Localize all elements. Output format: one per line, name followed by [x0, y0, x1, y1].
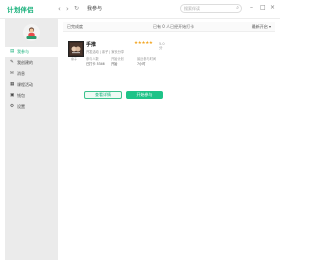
rating-score: 5.0分: [159, 42, 165, 50]
start-join-button[interactable]: 开始参与: [126, 91, 163, 99]
progress-filter[interactable]: 已完成度: [67, 24, 83, 30]
plan-meta: 开发活动 | 亲子 | 家长分享: [86, 50, 125, 54]
sidebar-item-label: 我参与: [17, 49, 29, 54]
hands-icon: [70, 43, 82, 55]
forward-button[interactable]: ›: [66, 4, 69, 14]
message-icon: ✉: [10, 71, 14, 76]
view-details-button[interactable]: 查看详情: [84, 91, 122, 99]
minimize-button[interactable]: –: [250, 3, 253, 13]
sidebar-item-created[interactable]: ✎ 我创建的: [5, 58, 58, 68]
sidebar-item-label: 课程活动: [17, 82, 33, 87]
sidebar-item-messages[interactable]: ✉ 消息: [5, 69, 58, 79]
page-title: 我参与: [87, 6, 103, 12]
plan-cover-image[interactable]: [68, 41, 84, 57]
sidebar-item-courses[interactable]: ▦ 课程活动: [5, 80, 58, 90]
maximize-button[interactable]: □: [260, 3, 266, 13]
close-button[interactable]: ×: [270, 3, 275, 13]
sidebar-item-label: 设置: [17, 104, 25, 109]
sidebar-item-label: 钱包: [17, 93, 25, 98]
sidebar-item-label: 我创建的: [17, 60, 33, 65]
wallet-icon: ▣: [10, 93, 15, 98]
sidebar-item-label: 消息: [17, 71, 25, 76]
sidebar: ▤ 我参与 ✎ 我创建的 ✉ 消息 ▦ 课程活动 ▣ 钱包 ⚙ 设置: [5, 18, 58, 260]
app-logo: 计划伴侣: [7, 6, 34, 14]
plan-card[interactable]: 手推 ★★★★★ 5.0分 开发活动 | 亲子 | 家长分享 亲子 参与人数 已…: [67, 39, 167, 81]
sort-dropdown[interactable]: 最新开启 ▾: [252, 24, 271, 30]
gear-icon: ⚙: [10, 104, 15, 109]
main-content: 已完成度 已有 0 人已经开始打卡 最新开启 ▾ 手推 ★★★★★ 5.0分 开…: [63, 18, 275, 260]
search-input[interactable]: 搜索伴读 ⌕: [180, 4, 242, 13]
field-value-participants: 已打卡 5346: [86, 62, 105, 66]
refresh-icon[interactable]: ↻: [74, 4, 79, 14]
plan-tag: 亲子: [70, 57, 77, 61]
plan-name[interactable]: 手推: [86, 41, 96, 48]
list-toolbar: 已完成度 已有 0 人已经开始打卡 最新开启 ▾: [63, 22, 275, 32]
field-value-recent: 7小时: [137, 62, 146, 66]
participant-summary: 已有 0 人已经开始打卡: [153, 24, 195, 29]
search-icon[interactable]: ⌕: [236, 5, 239, 12]
sidebar-item-settings[interactable]: ⚙ 设置: [5, 102, 58, 112]
book-icon: ▤: [10, 49, 15, 54]
edit-icon: ✎: [10, 60, 14, 65]
avatar-illustration: [23, 24, 40, 41]
back-button[interactable]: ‹: [58, 4, 61, 14]
title-bar: 计划伴侣 ‹ › ↻ 我参与 搜索伴读 ⌕ – □ ×: [0, 0, 280, 19]
field-value-start: 开始: [111, 62, 118, 66]
calendar-icon: ▦: [10, 82, 15, 87]
sidebar-item-wallet[interactable]: ▣ 钱包: [5, 91, 58, 101]
rating-stars: ★★★★★: [134, 41, 153, 46]
search-placeholder: 搜索伴读: [184, 6, 200, 11]
avatar[interactable]: [23, 24, 40, 41]
sidebar-item-participated[interactable]: ▤ 我参与: [5, 47, 58, 57]
